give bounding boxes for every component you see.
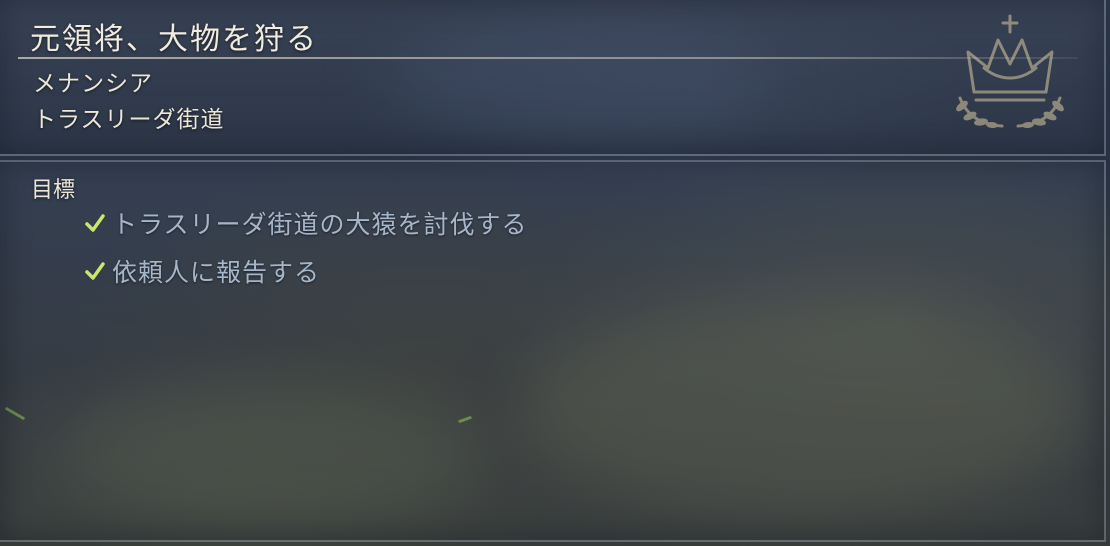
checkmark-icon bbox=[85, 214, 105, 232]
checkmark-icon bbox=[85, 262, 105, 280]
quest-header-panel: 元領将、大物を狩る メナンシア トラスリーダ街道 bbox=[0, 0, 1106, 156]
objective-item: 依頼人に報告する bbox=[82, 253, 320, 289]
objective-text: トラスリーダ街道の大猿を討伐する bbox=[112, 210, 528, 239]
objective-text: 依頼人に報告する bbox=[112, 258, 321, 287]
crown-laurel-icon bbox=[956, 14, 1064, 129]
quest-title: 元領将、大物を狩る bbox=[30, 22, 318, 57]
quest-journal-screen: 元領将、大物を狩る メナンシア トラスリーダ街道 目標 トラスリーダ街道の大猿を… bbox=[0, 0, 1110, 546]
quest-client: メナンシア bbox=[33, 71, 153, 97]
objective-item: トラスリーダ街道の大猿を討伐する bbox=[82, 205, 528, 241]
title-divider bbox=[18, 57, 1078, 59]
quest-location: トラスリーダ街道 bbox=[33, 107, 225, 133]
objectives-heading: 目標 bbox=[31, 178, 76, 203]
